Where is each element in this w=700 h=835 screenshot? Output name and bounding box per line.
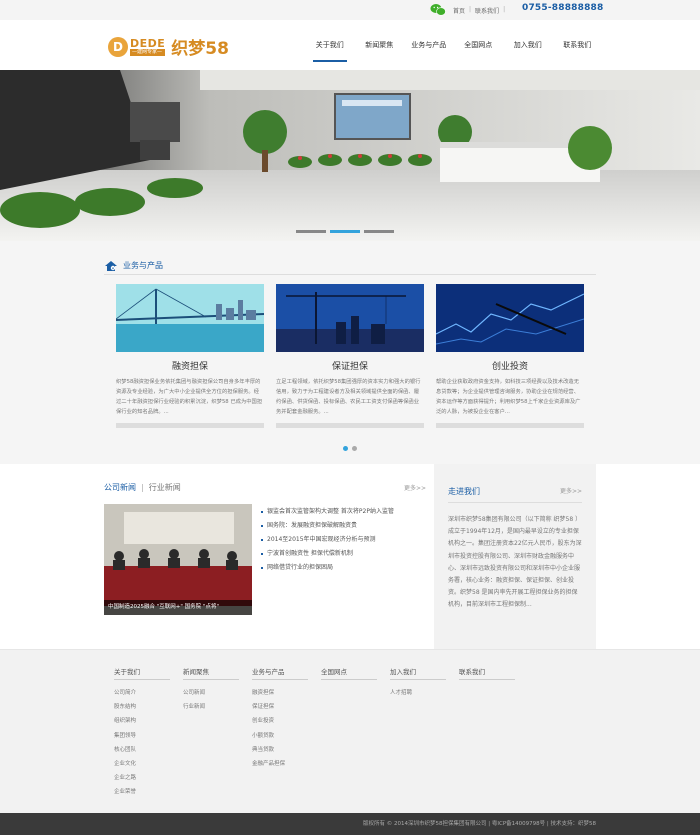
footer-links: 关于我们 公司简介 股东结构 组织架构 集团领导 核心团队 企业文化 企业之路 企业荣誉 新闻聚焦… <box>0 649 700 813</box>
topbar-contact-link[interactable]: 联系我们 <box>475 6 499 15</box>
bridge-image <box>116 284 264 352</box>
footer-column-title[interactable]: 联系我们 <box>459 666 515 680</box>
products-pager <box>343 446 357 451</box>
product-desc: 帮助企业获取政府资金支持，如科技三项经费以及技术改造无息贷款等；为企业提供管理咨… <box>436 379 581 415</box>
main-nav: 关于我们 新闻聚焦 业务与产品 全国网点 加入我们 联系我们 <box>305 20 602 70</box>
products-heading: ¥ 业务与产品 <box>104 257 596 275</box>
footer-link[interactable]: 公司简介 <box>114 686 183 700</box>
divider <box>448 502 582 503</box>
logo-dede-text: DEDE <box>130 36 166 50</box>
about-panel: 走进我们 更多>> 深圳市织梦58集团有限公司（以下简称 织梦58 ）成立于19… <box>434 464 596 649</box>
product-desc: 立足工程领域，依托织梦58集团强厚的资本实力和强大的银行信用，致力于为工程建设者… <box>276 379 421 415</box>
product-card-financing[interactable]: 融资担保 织梦58融资担保业务依托集团与融资担保公司自身多年丰厚的资源及专业经验… <box>116 284 264 428</box>
divider: | <box>503 6 506 13</box>
pager-dot-active[interactable] <box>343 446 348 451</box>
about-title: 走进我们 <box>448 487 480 496</box>
footer-link[interactable]: 企业文化 <box>114 757 183 771</box>
footer-column-title[interactable]: 新闻聚焦 <box>183 666 239 680</box>
product-desc: 织梦58融资担保业务依托集团与融资担保公司自身多年丰厚的资源及专业经验，为广大中… <box>116 379 263 415</box>
product-name[interactable]: 创业投资 <box>436 359 584 372</box>
logo-brand-name: 织梦58 <box>171 39 229 59</box>
site-logo[interactable]: D DEDE —建网专家— 织梦58 <box>108 34 229 59</box>
product-name[interactable]: 保证担保 <box>276 359 424 372</box>
hero-banner[interactable] <box>0 70 700 241</box>
logo-mark: D <box>108 36 128 57</box>
hotline-phone: 0755-88888888 <box>522 3 604 13</box>
topbar-home-link[interactable]: 首页 <box>453 6 465 15</box>
news-image-caption[interactable]: 中国制造2025融合 "互联网+" 国务院 "点将" <box>104 600 252 615</box>
footer-link[interactable]: 保证担保 <box>252 700 321 714</box>
product-card-guarantee[interactable]: 保证担保 立足工程领域，依托织梦58集团强厚的资本实力和强大的银行信用，致力于为… <box>276 284 424 428</box>
divider: | <box>469 6 472 13</box>
nav-about[interactable]: 关于我们 <box>305 20 355 70</box>
nav-news[interactable]: 新闻聚焦 <box>355 20 405 70</box>
news-feature-image[interactable]: 中国制造2025融合 "互联网+" 国务院 "点将" <box>104 504 252 615</box>
nav-contact[interactable]: 联系我们 <box>553 20 603 70</box>
nav-branches[interactable]: 全国网点 <box>454 20 504 70</box>
header: D DEDE —建网专家— 织梦58 关于我们 新闻聚焦 业务与产品 全国网点 … <box>0 20 700 70</box>
card-divider <box>116 423 264 428</box>
tab-industry-news[interactable]: 行业新闻 <box>149 482 181 493</box>
footer-link[interactable]: 公司新闻 <box>183 686 252 700</box>
footer-column-title[interactable]: 加入我们 <box>390 666 446 680</box>
footer-link[interactable]: 人才招聘 <box>390 686 459 700</box>
topbar: 首页 | 联系我们 | 0755-88888888 <box>0 0 700 20</box>
card-divider <box>436 423 584 428</box>
about-more-link[interactable]: 更多>> <box>560 486 582 497</box>
logo-tagline: —建网专家— <box>130 48 166 56</box>
footer-column-title[interactable]: 业务与产品 <box>252 666 308 680</box>
product-card-investment[interactable]: 创业投资 帮助企业获取政府资金支持，如科技三项经费以及技术改造无息贷款等；为企业… <box>436 284 584 428</box>
footer-link[interactable]: 集团领导 <box>114 729 183 743</box>
office-lobby-image <box>0 70 700 241</box>
footer-link[interactable]: 创业投资 <box>252 714 321 728</box>
banner-dot[interactable] <box>296 230 326 233</box>
footer-column: 全国网点 <box>321 666 390 800</box>
footer-link[interactable]: 金融产品担保 <box>252 757 321 771</box>
stock-chart-image <box>436 284 584 352</box>
footer-column: 联系我们 <box>459 666 528 800</box>
divider: | <box>141 482 144 492</box>
construction-image <box>276 284 424 352</box>
news-item[interactable]: 国务院：发展融资担保破解融资贵 <box>261 519 394 533</box>
footer-column-title[interactable]: 全国网点 <box>321 666 377 680</box>
footer-link[interactable]: 行业新闻 <box>183 700 252 714</box>
wechat-icon[interactable] <box>430 3 446 16</box>
products-title: 业务与产品 <box>123 261 163 270</box>
footer-link[interactable]: 股东结构 <box>114 700 183 714</box>
news-item[interactable]: 网络借贷行业的担保困局 <box>261 561 394 575</box>
news-section: 公司新闻 | 行业新闻 更多>> 中国制造2025融合 "互联网+" 国务院 "… <box>104 480 426 615</box>
banner-dot[interactable] <box>364 230 394 233</box>
footer-column: 业务与产品融资担保 保证担保 创业投资 小额贷款 典当贷款 金融产品担保 <box>252 666 321 800</box>
footer-column: 加入我们 人才招聘 <box>390 666 459 800</box>
products-section: ¥ 业务与产品 融资担保 织梦58融资担保业务依托集团与融资担保公司自身多年丰厚… <box>0 241 700 464</box>
nav-products[interactable]: 业务与产品 <box>404 20 454 70</box>
card-divider <box>276 423 424 428</box>
footer-link[interactable]: 融资担保 <box>252 686 321 700</box>
product-name[interactable]: 融资担保 <box>116 359 264 372</box>
news-item[interactable]: 银监会首次监管架构大调整 首次将P2P纳入监管 <box>261 505 394 519</box>
footer-link[interactable]: 典当贷款 <box>252 743 321 757</box>
footer-link[interactable]: 核心团队 <box>114 743 183 757</box>
banner-indicators <box>296 230 394 233</box>
news-list: 银监会首次监管架构大调整 首次将P2P纳入监管 国务院：发展融资担保破解融资贵 … <box>261 505 394 575</box>
copyright-bar: 版权所有 © 2014深圳市织梦58担保集团有限公司 | 粤ICP备140097… <box>0 813 700 835</box>
footer-link[interactable]: 企业之路 <box>114 771 183 785</box>
footer-link[interactable]: 组织架构 <box>114 714 183 728</box>
footer-link[interactable]: 小额贷款 <box>252 729 321 743</box>
news-item[interactable]: 宁波首创融资性 担保代偿新机制 <box>261 547 394 561</box>
footer-column: 新闻聚焦公司新闻 行业新闻 <box>183 666 252 800</box>
footer-column: 关于我们公司简介 股东结构 组织架构 集团领导 核心团队 企业文化 企业之路 企业荣誉 <box>114 666 183 800</box>
nav-join[interactable]: 加入我们 <box>503 20 553 70</box>
footer-link[interactable]: 企业荣誉 <box>114 785 183 799</box>
news-more-link[interactable]: 更多>> <box>404 483 426 492</box>
news-item[interactable]: 2014至2015年中国宏观经济分析与预测 <box>261 533 394 547</box>
home-products-icon: ¥ <box>105 260 117 271</box>
banner-dot-active[interactable] <box>330 230 360 233</box>
footer-column-title[interactable]: 关于我们 <box>114 666 170 680</box>
about-text: 深圳市织梦58集团有限公司（以下简称 织梦58 ）成立于1994年12月，是国内… <box>448 516 582 609</box>
tab-company-news[interactable]: 公司新闻 <box>104 482 136 493</box>
pager-dot[interactable] <box>352 446 357 451</box>
